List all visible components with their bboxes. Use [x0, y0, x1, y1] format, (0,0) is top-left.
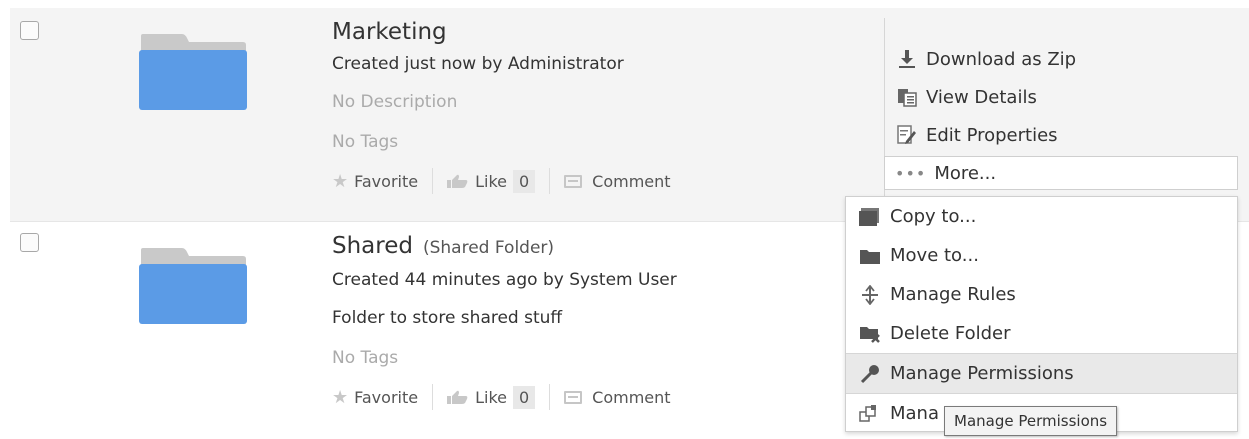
- created-info: Created just now by Administrator: [332, 54, 624, 74]
- like-link[interactable]: Like: [475, 172, 507, 191]
- aspects-icon: [858, 403, 882, 425]
- star-icon[interactable]: ★: [332, 171, 348, 192]
- created-info: Created 44 minutes ago by System User: [332, 270, 677, 290]
- divider: [432, 384, 434, 410]
- social-actions: ★ Favorite Like 0 Comment: [332, 168, 671, 194]
- description: Folder to store shared stuff: [332, 308, 563, 328]
- item-title[interactable]: Marketing: [332, 18, 671, 46]
- favorite-link[interactable]: Favorite: [354, 388, 418, 407]
- view-details-action[interactable]: View Details: [896, 78, 1076, 116]
- rules-icon: [858, 284, 882, 306]
- edit-icon: [896, 124, 918, 146]
- description: No Description: [332, 92, 458, 112]
- social-actions: ★ Favorite Like 0 Comment: [332, 384, 677, 410]
- download-zip-action[interactable]: Download as Zip: [896, 40, 1076, 78]
- item-subtitle: (Shared Folder): [422, 238, 555, 258]
- menu-item-permissions[interactable]: Manage Permissions: [846, 353, 1237, 394]
- item-title[interactable]: Shared (Shared Folder): [332, 232, 677, 262]
- more-button[interactable]: ••• More...: [884, 156, 1238, 190]
- comment-icon[interactable]: [564, 174, 583, 188]
- more-menu: Copy to... Move to... Manage Rules Delet…: [845, 196, 1238, 432]
- tooltip: Manage Permissions: [944, 406, 1118, 436]
- comment-link[interactable]: Comment: [592, 388, 670, 407]
- key-icon: [858, 363, 882, 385]
- menu-item-move[interactable]: Move to...: [846, 236, 1237, 275]
- delete-folder-icon: [858, 323, 882, 345]
- like-count: 0: [512, 385, 536, 409]
- thumbs-up-icon[interactable]: [447, 390, 469, 404]
- folder-actions: Download as Zip View Details Edit Proper…: [896, 40, 1076, 154]
- menu-item-rules[interactable]: Manage Rules: [846, 275, 1237, 314]
- download-icon: [896, 48, 918, 70]
- folder-icon[interactable]: [138, 246, 248, 324]
- menu-item-copy[interactable]: Copy to...: [846, 197, 1237, 236]
- select-checkbox[interactable]: [20, 21, 39, 40]
- details-icon: [896, 86, 918, 108]
- star-icon[interactable]: ★: [332, 387, 348, 408]
- copy-folder-icon: [858, 206, 882, 228]
- comment-icon[interactable]: [564, 390, 583, 404]
- divider: [549, 384, 551, 410]
- tags: No Tags: [332, 132, 399, 152]
- move-folder-icon: [858, 245, 882, 267]
- like-link[interactable]: Like: [475, 388, 507, 407]
- folder-icon[interactable]: [138, 32, 248, 110]
- favorite-link[interactable]: Favorite: [354, 172, 418, 191]
- edit-properties-action[interactable]: Edit Properties: [896, 116, 1076, 154]
- divider: [549, 168, 551, 194]
- comment-link[interactable]: Comment: [592, 172, 670, 191]
- menu-item-delete[interactable]: Delete Folder: [846, 314, 1237, 353]
- select-checkbox[interactable]: [20, 233, 39, 252]
- like-count: 0: [512, 169, 536, 193]
- tags: No Tags: [332, 348, 399, 368]
- ellipsis-icon: •••: [895, 163, 927, 183]
- thumbs-up-icon[interactable]: [447, 174, 469, 188]
- divider: [432, 168, 434, 194]
